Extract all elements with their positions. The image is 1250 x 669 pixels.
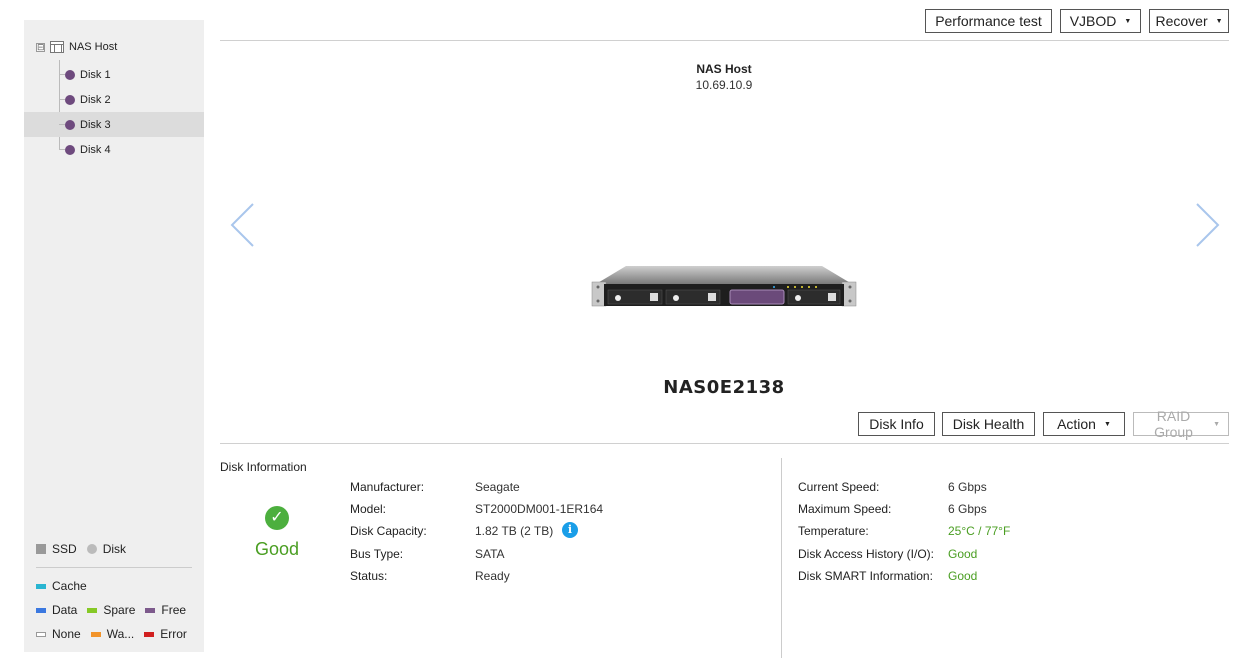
tree-item-disk-3[interactable]: Disk 3 <box>24 112 204 137</box>
legend-data: Data <box>52 603 78 617</box>
smart-info-label: Disk SMART Information: <box>798 569 933 583</box>
bus-type-value: SATA <box>475 547 505 561</box>
model-label: Model: <box>350 502 387 516</box>
raid-group-dropdown[interactable]: RAID Group ▼ <box>1133 408 1229 440</box>
manufacturer-value: Seagate <box>475 480 520 494</box>
access-history-label: Disk Access History (I/O): <box>798 547 935 561</box>
status-label: Status: <box>350 569 388 583</box>
legend-warning: Wa... <box>106 627 135 641</box>
disk-info-button[interactable]: Disk Info <box>858 412 935 436</box>
tree-root-label: NAS Host <box>69 41 118 53</box>
recover-label: Recover <box>1155 13 1208 29</box>
caret-down-icon: ▼ <box>1213 420 1220 428</box>
toolbar-divider <box>220 40 1229 41</box>
current-speed-label: Current Speed: <box>798 480 880 494</box>
legend-disk: Disk <box>102 542 127 556</box>
host-name: NAS Host <box>696 62 752 76</box>
legend-row-2: Data Spare Free <box>36 603 186 617</box>
next-arrow-icon[interactable] <box>1192 200 1222 250</box>
none-swatch-icon <box>36 631 46 637</box>
info-column-divider <box>781 458 782 658</box>
tree-root-nas-host[interactable]: ⊟ NAS Host <box>36 40 117 54</box>
disk-health-button[interactable]: Disk Health <box>942 412 1035 436</box>
smart-info-value[interactable]: Good <box>948 569 977 583</box>
legend-spare: Spare <box>103 603 136 617</box>
temperature-label: Temperature: <box>798 524 869 538</box>
host-ip: 10.69.10.9 <box>695 78 753 92</box>
device-name: NAS0E2138 <box>663 377 785 398</box>
tree-item-disk-1[interactable]: Disk 1 <box>24 62 204 87</box>
tree-item-disk-2[interactable]: Disk 2 <box>24 87 204 112</box>
legend-row-1: Cache <box>36 579 87 593</box>
vjbod-label: VJBOD <box>1069 13 1117 29</box>
performance-test-button[interactable]: Performance test <box>925 9 1052 33</box>
status-value: Ready <box>475 569 510 583</box>
raid-group-label: RAID Group <box>1154 408 1193 440</box>
ssd-square-icon <box>36 544 46 554</box>
maximum-speed-label: Maximum Speed: <box>798 502 892 516</box>
sidebar: ⊟ NAS Host Disk 1 Disk 2 Disk 3 Disk 4 S… <box>24 20 204 652</box>
legend-ssd: SSD <box>52 542 77 556</box>
disk-circle-icon <box>86 544 97 554</box>
data-swatch-icon <box>36 607 46 613</box>
nas-icon <box>50 41 64 53</box>
legend-free: Free <box>161 603 187 617</box>
disk-information-title: Disk Information <box>220 460 307 474</box>
spare-swatch-icon <box>87 607 98 613</box>
check-circle-icon: ✓ <box>265 506 289 530</box>
capacity-label: Disk Capacity: <box>350 524 427 538</box>
collapse-icon[interactable]: ⊟ <box>36 42 45 52</box>
legend-divider <box>36 567 192 568</box>
legend-error: Error <box>160 627 187 641</box>
tree-item-label: Disk 3 <box>80 118 111 131</box>
warning-swatch-icon <box>90 631 101 637</box>
caret-down-icon: ▼ <box>1103 420 1111 428</box>
caret-down-icon: ▼ <box>1215 17 1223 25</box>
access-history-value[interactable]: Good <box>948 547 977 561</box>
disk-status-summary: Good <box>254 539 300 559</box>
actions-divider <box>220 443 1229 444</box>
model-value: ST2000DM001-1ER164 <box>475 502 604 516</box>
legend-cache: Cache <box>52 579 87 593</box>
disk-icon <box>65 69 75 80</box>
disk-icon <box>65 94 75 105</box>
tree-item-label: Disk 1 <box>80 68 111 81</box>
action-dropdown[interactable]: Action ▼ <box>1043 412 1125 436</box>
recover-dropdown[interactable]: Recover ▼ <box>1149 9 1229 33</box>
bus-type-label: Bus Type: <box>350 547 404 561</box>
previous-arrow-icon[interactable] <box>228 200 258 250</box>
vjbod-dropdown[interactable]: VJBOD ▼ <box>1060 9 1141 33</box>
disk-icon <box>65 119 75 130</box>
legend-type: SSD Disk <box>36 542 126 556</box>
free-swatch-icon <box>145 607 156 613</box>
cache-swatch-icon <box>36 583 46 589</box>
maximum-speed-value: 6 Gbps <box>948 502 987 516</box>
current-speed-value: 6 Gbps <box>948 480 987 494</box>
info-icon[interactable]: i <box>562 522 578 538</box>
caret-down-icon: ▼ <box>1124 17 1132 25</box>
temperature-value: 25°C / 77°F <box>948 524 1011 538</box>
tree-item-label: Disk 4 <box>80 143 111 156</box>
disk-icon <box>65 144 75 155</box>
action-label: Action <box>1057 416 1096 432</box>
legend-row-3: None Wa... Error <box>36 627 187 641</box>
manufacturer-label: Manufacturer: <box>350 480 425 494</box>
nas-device-image <box>591 266 857 307</box>
legend-none: None <box>52 627 81 641</box>
error-swatch-icon <box>144 631 155 637</box>
tree-item-disk-4[interactable]: Disk 4 <box>24 137 204 162</box>
capacity-value: 1.82 TB (2 TB) <box>475 524 554 538</box>
tree-item-label: Disk 2 <box>80 93 111 106</box>
